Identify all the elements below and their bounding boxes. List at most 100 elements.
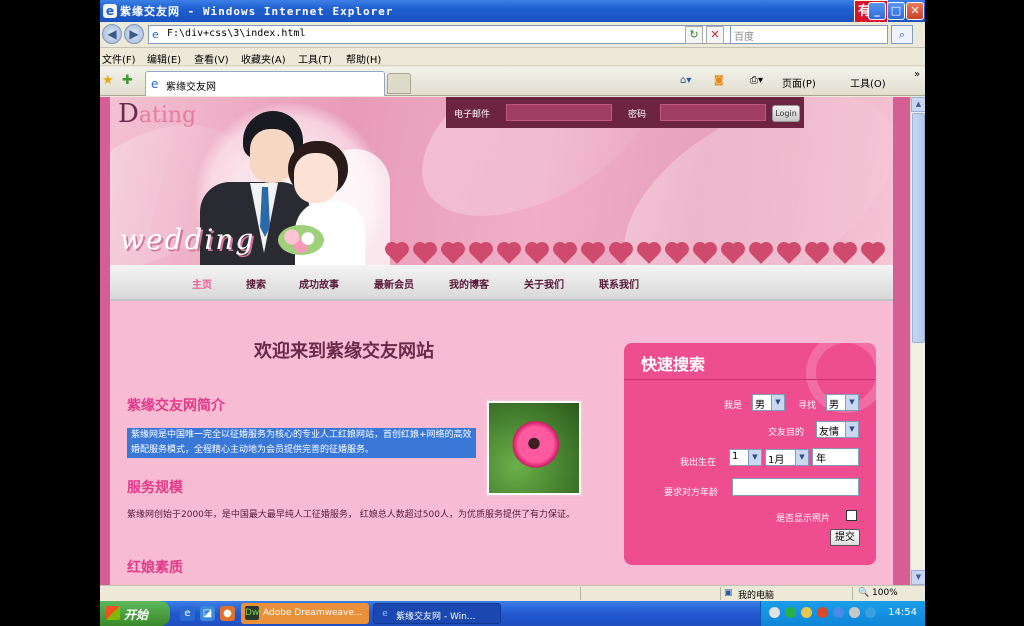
tab-label: 紫缘交友网	[166, 82, 216, 93]
chevron-down-icon: ▼	[845, 422, 858, 437]
keyboard-icon[interactable]	[769, 607, 780, 618]
flower-photo	[487, 401, 581, 495]
favorites-star-icon[interactable]: ★	[102, 73, 114, 88]
quick-search-panel: 快速搜索 我是 男 ▼ 寻找 男 ▼ 交友目的 友情 ▼ 我出生在 1 ▼ 1月 ▼ 年 …	[624, 343, 876, 565]
password-label: 密码	[628, 110, 647, 120]
stop-icon[interactable]: ✕	[706, 26, 724, 44]
nav-success-stories[interactable]: 成功故事	[299, 276, 339, 291]
purpose-select[interactable]: 友情 ▼	[816, 421, 859, 438]
back-button[interactable]: ◀	[102, 24, 122, 44]
new-tab-button[interactable]	[387, 73, 411, 94]
seek-select[interactable]: 男 ▼	[826, 394, 859, 411]
ie-task-icon: e	[382, 609, 388, 619]
scroll-down-icon[interactable]: ▼	[911, 570, 925, 585]
start-button[interactable]: 开始	[100, 601, 170, 626]
email-field[interactable]	[506, 104, 612, 121]
scroll-up-icon[interactable]: ▲	[911, 97, 925, 112]
main-nav: 主页 搜索 成功故事 最新会员 我的博客 关于我们 联系我们	[110, 265, 893, 301]
zoom-icon[interactable]: 🔍	[858, 588, 869, 598]
menu-view[interactable]: 查看(V)	[194, 51, 229, 66]
password-field[interactable]	[660, 104, 766, 121]
taskbar: 开始 e ◪ ● Dw Adobe Dreamweave... e 紫缘交友网 …	[100, 601, 925, 626]
messenger-icon[interactable]	[833, 607, 844, 618]
home-icon[interactable]: ⌂▾	[680, 75, 691, 86]
groom-face	[250, 129, 294, 183]
heart-deco	[415, 244, 435, 264]
address-bar: ◀ ▶ e F:\div+css\3\index.html ▼ ↻ ✕ 百度 ⌕	[100, 22, 925, 48]
antivirus-icon[interactable]	[817, 607, 828, 618]
page-menu[interactable]: 页面(P)	[782, 75, 816, 90]
dreamweaver-icon: Dw	[245, 606, 260, 620]
refresh-icon[interactable]: ↻	[685, 26, 703, 44]
security-icon[interactable]	[801, 607, 812, 618]
zoom-level[interactable]: 100%	[872, 588, 898, 598]
heart-row	[380, 243, 893, 265]
forward-button[interactable]: ▶	[124, 24, 144, 44]
computer-icon: ▣	[724, 588, 733, 598]
heart-deco	[779, 244, 799, 264]
search-icon[interactable]: ⌕	[891, 25, 913, 44]
bouquet	[278, 225, 324, 255]
photo-checkbox[interactable]	[846, 510, 857, 521]
vertical-scrollbar[interactable]: ▲ ▼	[910, 97, 925, 585]
volume-icon[interactable]	[849, 607, 860, 618]
purpose-label: 交友目的	[768, 428, 805, 438]
nav-home[interactable]: 主页	[192, 276, 212, 291]
quick-search-title: 快速搜索	[641, 355, 706, 374]
login-box: 电子邮件 密码 Login	[446, 97, 804, 128]
firefox-quicklaunch-icon[interactable]: ●	[220, 606, 235, 621]
feeds-icon[interactable]: ◙	[714, 75, 724, 86]
i-am-label: 我是	[724, 401, 743, 411]
title-bar[interactable]: e 紫缘交友网 - Windows Internet Explorer 有陈软件…	[100, 0, 925, 40]
ie-quicklaunch-icon[interactable]: e	[180, 606, 195, 621]
tools-menu[interactable]: 工具(O)	[850, 75, 886, 90]
status-divider	[720, 587, 721, 600]
window-title: 紫缘交友网 - Windows Internet Explorer	[120, 5, 394, 18]
ie-icon: e	[103, 4, 117, 18]
tab-current[interactable]: e 紫缘交友网	[145, 71, 385, 96]
web-page: Dating wedding 电子邮件 密码 Login 主页 搜索 成功故事 …	[110, 97, 893, 585]
nav-about-us[interactable]: 关于我们	[524, 276, 564, 291]
add-favorite-icon[interactable]: ✚	[122, 73, 133, 88]
nav-new-members[interactable]: 最新会员	[374, 276, 414, 291]
close-button[interactable]: ✕	[906, 2, 924, 20]
site-logo[interactable]: Dating	[118, 99, 196, 129]
birth-day-select[interactable]: 1 ▼	[729, 449, 762, 466]
desktop-quicklaunch-icon[interactable]: ◪	[200, 606, 215, 621]
submit-button[interactable]: 提交	[830, 529, 860, 546]
shield-icon[interactable]	[865, 607, 876, 618]
heart-deco	[527, 244, 547, 264]
heart-deco	[751, 244, 771, 264]
task-ie-window[interactable]: e 紫缘交友网 - Win...	[373, 603, 501, 624]
header-banner: Dating wedding 电子邮件 密码 Login	[110, 97, 893, 265]
birth-month-select[interactable]: 1月 ▼	[765, 449, 809, 466]
menu-edit[interactable]: 编辑(E)	[147, 51, 181, 66]
network-icon[interactable]	[785, 607, 796, 618]
scale-text: 紫缘网创始于2000年，是中国最大最早纯人工征婚服务， 红娘总人数超过500人，…	[127, 510, 575, 520]
chevron-down-icon: ▼	[748, 450, 761, 465]
intro-title: 紫缘交友网简介	[127, 398, 225, 414]
menu-tools[interactable]: 工具(T)	[298, 51, 332, 66]
search-input[interactable]: 百度	[730, 25, 888, 44]
menu-favorites[interactable]: 收藏夹(A)	[241, 51, 286, 66]
i-am-select[interactable]: 男 ▼	[752, 394, 785, 411]
heart-deco	[443, 244, 463, 264]
screen: e 紫缘交友网 - Windows Internet Explorer 有陈软件…	[0, 0, 1024, 626]
minimize-button[interactable]: _	[868, 2, 886, 20]
wedding-text: wedding	[120, 223, 256, 256]
age-field[interactable]	[732, 478, 859, 496]
heart-deco	[695, 244, 715, 264]
birth-year-field[interactable]: 年	[812, 448, 859, 466]
menu-help[interactable]: 帮助(H)	[346, 51, 381, 66]
seek-label: 寻找	[798, 401, 817, 411]
login-button[interactable]: Login	[772, 105, 800, 122]
nav-contact-us[interactable]: 联系我们	[599, 276, 639, 291]
nav-my-blog[interactable]: 我的博客	[449, 276, 489, 291]
scroll-thumb[interactable]	[912, 113, 925, 343]
more-commands-icon[interactable]: »	[914, 69, 920, 80]
maximize-button[interactable]: □	[887, 2, 905, 20]
menu-file[interactable]: 文件(F)	[102, 51, 136, 66]
print-icon[interactable]: ⎙▾	[750, 75, 763, 86]
nav-search[interactable]: 搜索	[246, 276, 266, 291]
task-dreamweaver[interactable]: Dw Adobe Dreamweave...	[241, 603, 369, 624]
